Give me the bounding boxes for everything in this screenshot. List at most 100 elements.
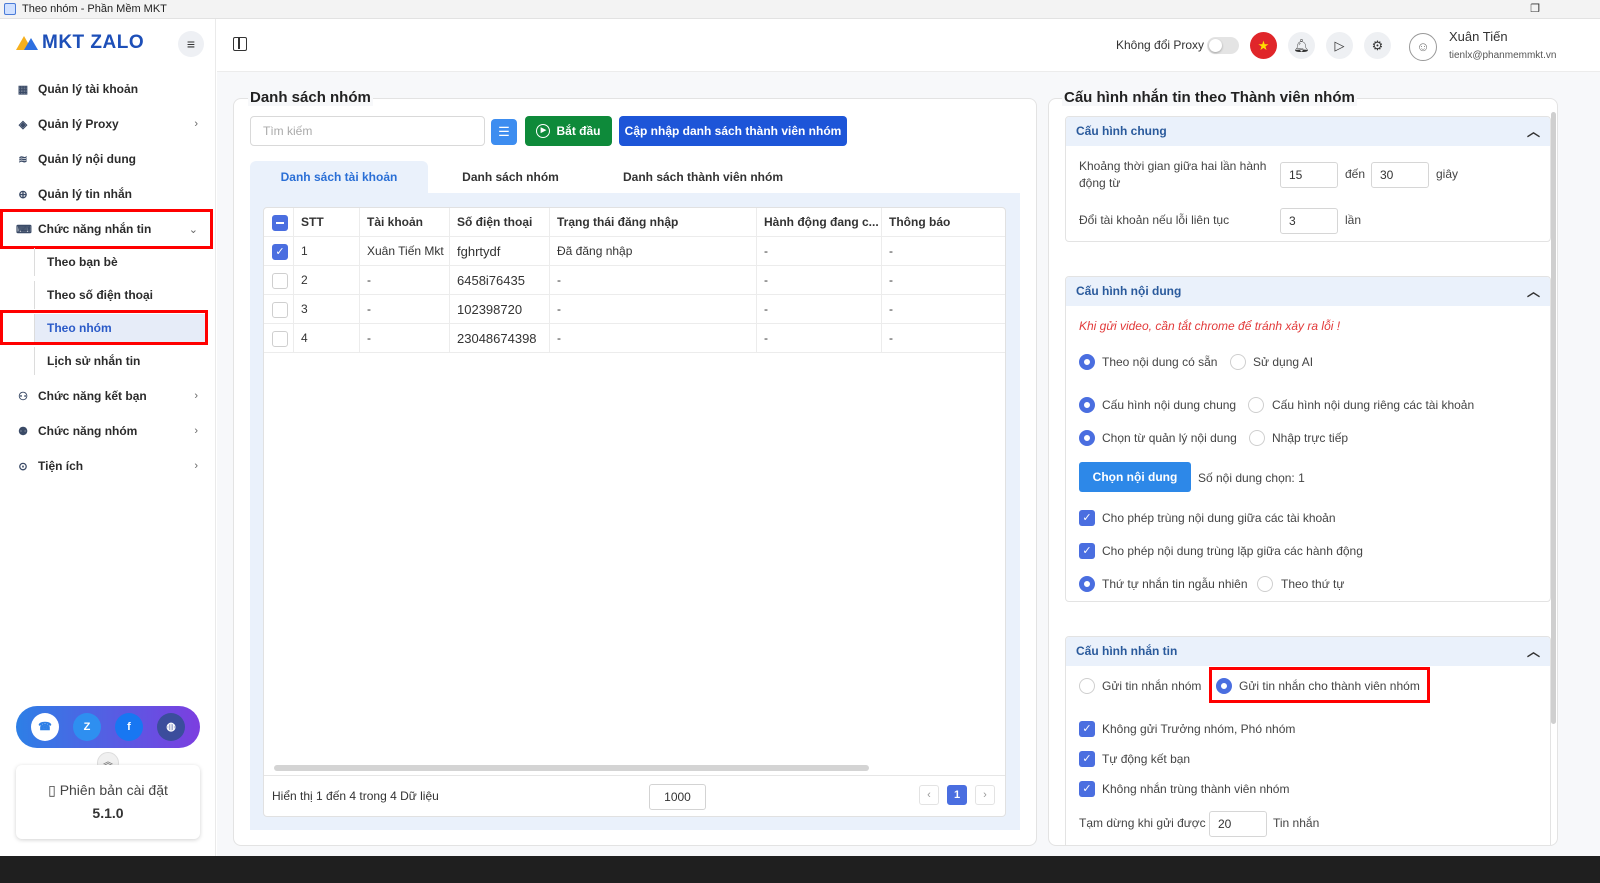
vietnam-flag-icon[interactable]: ★ (1250, 32, 1277, 59)
search-input[interactable] (250, 116, 485, 146)
section-title: Cấu hình chung (1076, 124, 1167, 138)
support-icon[interactable]: ☎ (31, 713, 59, 741)
sidebar-item-messages[interactable]: ⊕ Quản lý tin nhắn (8, 179, 208, 209)
interval-from-input[interactable]: 15 (1280, 162, 1338, 188)
content-config-header[interactable]: Cấu hình nội dung ︿ (1066, 277, 1550, 306)
col-stt[interactable]: STT (294, 208, 360, 237)
sidebar-item-utilities[interactable]: ⊙ Tiện ích › (8, 451, 208, 481)
table-row[interactable]: 3 - 102398720 - - - (264, 295, 1005, 324)
row-checkbox[interactable] (272, 331, 288, 347)
proxy-label: Không đổi Proxy (1116, 38, 1205, 52)
sidebar-item-label: Quản lý nội dung (38, 152, 136, 166)
avatar: ☺ (1409, 33, 1437, 61)
prev-page-icon[interactable]: ‹ (919, 785, 939, 805)
play-circle-icon[interactable]: ▷ (1326, 32, 1353, 59)
checkbox-dup-actions[interactable]: ✓ (1079, 543, 1095, 559)
page-button[interactable]: 1 (947, 785, 967, 805)
times-label: lần (1345, 213, 1362, 227)
hamburger-icon[interactable]: ≡ (178, 31, 204, 57)
message-search-icon: ⊕ (18, 188, 28, 201)
sidebar-item-label: Tiện ích (38, 459, 84, 473)
vertical-scrollbar[interactable] (1551, 112, 1556, 724)
sidebar-subitem-friends[interactable]: Theo bạn bè (34, 248, 206, 276)
sidebar-item-friend-functions[interactable]: ⚇ Chức năng kết bạn › (8, 381, 208, 411)
page-size-input[interactable]: 1000 (649, 784, 706, 810)
row-select-cell: ✓ (264, 237, 294, 266)
radio-available-content[interactable] (1079, 354, 1095, 370)
tab-group-members[interactable]: Danh sách thành viên nhóm (593, 161, 813, 193)
select-all-checkbox[interactable] (272, 215, 288, 231)
table-row[interactable]: 4 - 23048674398 - - - (264, 324, 1005, 353)
col-notification[interactable]: Thông báo (882, 208, 1005, 237)
radio-private-content[interactable] (1248, 397, 1264, 413)
table-row[interactable]: 2 - 6458i76435 - - - (264, 266, 1005, 295)
messaging-config-header[interactable]: Cấu hình nhắn tin ︿ (1066, 637, 1550, 666)
radio-sequential-order[interactable] (1257, 576, 1273, 592)
checkbox-auto-friend[interactable]: ✓ (1079, 751, 1095, 767)
col-login-status[interactable]: Trạng thái đăng nhập (550, 208, 757, 237)
config-title: Cấu hình nhắn tin theo Thành viên nhóm (1062, 89, 1357, 106)
checkbox-no-dup-members[interactable]: ✓ (1079, 781, 1095, 797)
globe-icon[interactable]: ◍ (157, 713, 185, 741)
radio-from-manager[interactable] (1079, 430, 1095, 446)
choose-content-button[interactable]: Chọn nội dung (1079, 462, 1191, 492)
radio-send-group[interactable] (1079, 678, 1095, 694)
radio-common-content[interactable] (1079, 397, 1095, 413)
tab-accounts[interactable]: Danh sách tài khoản (250, 161, 428, 193)
interval-label: Khoảng thời gian giữa hai lần hành (1079, 159, 1267, 173)
row-select-cell (264, 295, 294, 324)
tab-groups[interactable]: Danh sách nhóm (428, 161, 593, 193)
row-checkbox[interactable] (272, 273, 288, 289)
col-account[interactable]: Tài khoản (360, 208, 450, 237)
layout-toggle-icon[interactable] (233, 37, 247, 51)
sidebar-item-label: Quản lý tài khoản (38, 82, 139, 96)
radio-random-order[interactable] (1079, 576, 1095, 592)
version-icon: ▯ (48, 782, 60, 798)
filter-button[interactable]: ☰ (491, 119, 517, 145)
radio-direct-input[interactable] (1249, 430, 1265, 446)
start-label: Bắt đầu (556, 124, 601, 138)
checkbox-dup-accounts[interactable]: ✓ (1079, 510, 1095, 526)
cell-action: - (757, 237, 882, 266)
chevron-up-icon[interactable]: ︿ (1527, 637, 1540, 666)
sidebar-subitem-history[interactable]: Lịch sử nhắn tin (34, 347, 206, 375)
cell-note: - (889, 273, 893, 287)
chevron-up-icon[interactable]: ︿ (1527, 277, 1540, 306)
row-checkbox[interactable] (272, 302, 288, 318)
start-button[interactable]: ▶ Bắt đầu (525, 116, 612, 146)
sidebar-item-accounts[interactable]: ▦ Quản lý tài khoản (8, 74, 208, 104)
next-page-icon[interactable]: › (975, 785, 995, 805)
sidebar-item-content[interactable]: ≋ Quản lý nội dung (8, 144, 208, 174)
horizontal-scrollbar[interactable] (274, 765, 869, 771)
sidebar-subitem-phone[interactable]: Theo số điện thoại (34, 281, 206, 309)
radio-use-ai[interactable] (1230, 354, 1246, 370)
cell-phone: fghrtydf (450, 237, 550, 266)
chevron-up-icon[interactable]: ︿ (1527, 117, 1540, 146)
accounts-table: STT Tài khoản Số điện thoại Trạng thái đ… (263, 207, 1006, 817)
row-checkbox[interactable]: ✓ (272, 244, 288, 260)
general-config-header[interactable]: Cấu hình chung ︿ (1066, 117, 1550, 146)
col-phone[interactable]: Số điện thoại (450, 208, 550, 237)
cell-status: Đã đăng nhập (550, 237, 757, 266)
update-members-button[interactable]: Cập nhập danh sách thành viên nhóm (619, 116, 847, 146)
checkbox-no-admins[interactable]: ✓ (1079, 721, 1095, 737)
window-titlebar: Theo nhóm - Phần Mềm MKT ❐ (0, 0, 1600, 19)
layers-icon: ◈ (18, 118, 28, 131)
seconds-label: giây (1436, 167, 1459, 181)
user-name: Xuân Tiến (1449, 29, 1508, 44)
bell-icon[interactable]: 🔔︎ (1288, 32, 1315, 59)
cell-note: - (889, 302, 893, 316)
gear-icon[interactable]: ⚙ (1364, 32, 1391, 59)
switch-account-input[interactable]: 3 (1280, 208, 1338, 234)
sidebar-item-group-functions[interactable]: ⚉ Chức năng nhóm › (8, 416, 208, 446)
facebook-icon[interactable]: f (115, 713, 143, 741)
sidebar-item-proxy[interactable]: ◈ Quản lý Proxy › (8, 109, 208, 139)
table-row[interactable]: ✓ 1 Xuân Tiến Mkt fghrtydf Đã đăng nhập … (264, 237, 1005, 266)
pause-input[interactable]: 20 (1209, 811, 1267, 837)
interval-to-input[interactable]: 30 (1371, 162, 1429, 188)
proxy-toggle[interactable] (1207, 37, 1239, 54)
pause-label: Tạm dừng khi gửi được (1079, 816, 1206, 830)
zalo-icon[interactable]: Z (73, 713, 101, 741)
restore-icon[interactable]: ❐ (1528, 2, 1542, 16)
col-current-action[interactable]: Hành động đang c... (757, 208, 882, 237)
